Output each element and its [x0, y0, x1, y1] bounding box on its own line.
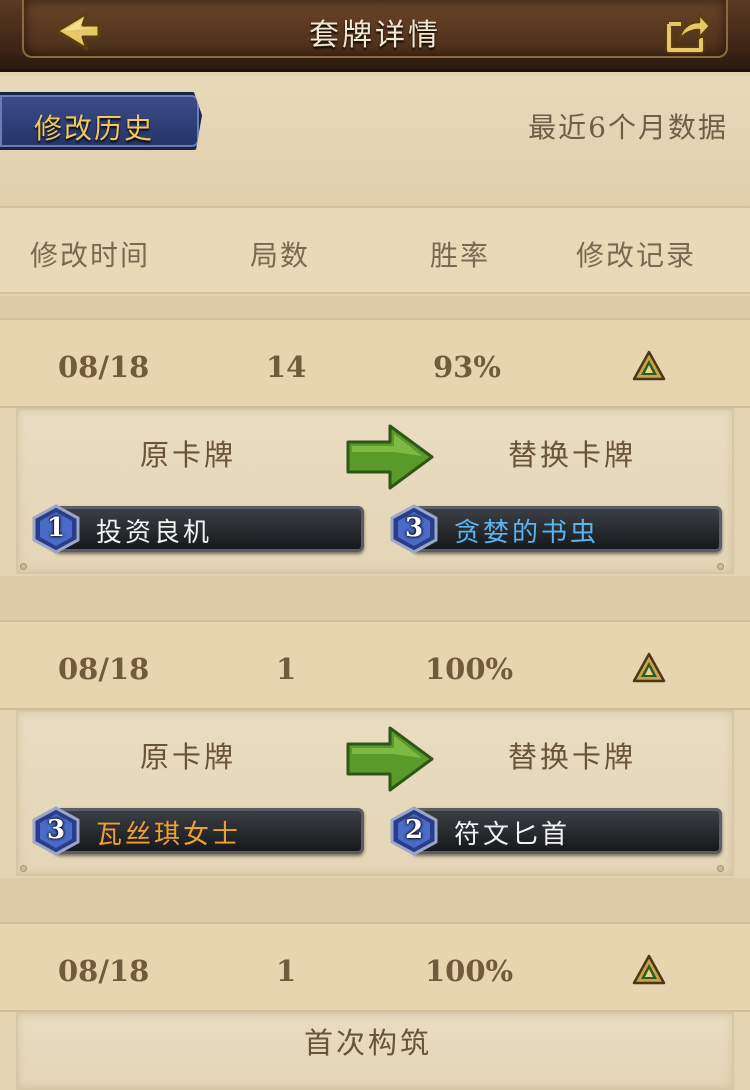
row-winrate: 93% — [433, 350, 501, 384]
tab-edit-history-label: 修改历史 — [34, 112, 155, 145]
table-row[interactable]: 08/18 1 100% — [0, 620, 750, 710]
row-date: 08/18 — [58, 350, 150, 384]
card-cost: 2 — [404, 815, 424, 845]
data-range-label: 最近6个月数据 — [528, 111, 728, 144]
original-card[interactable]: 3 瓦丝琪女士 — [30, 806, 364, 856]
card-name: 贪婪的书虫 — [454, 518, 600, 548]
replace-arrow-icon — [346, 424, 434, 490]
tab-edit-history[interactable]: 修改历史 — [0, 92, 202, 150]
column-winrate: 胜率 — [430, 239, 491, 272]
replacement-card-label: 替换卡牌 — [508, 438, 637, 472]
column-edit-record: 修改记录 — [576, 239, 697, 272]
replacement-card[interactable]: 2 符文匕首 — [388, 806, 722, 856]
share-icon — [665, 12, 712, 54]
card-name: 投资良机 — [96, 518, 213, 548]
row-games: 14 — [266, 350, 307, 384]
replacement-card[interactable]: 3 贪婪的书虫 — [388, 504, 722, 554]
card-cost: 1 — [46, 513, 66, 543]
card-cost: 3 — [46, 815, 66, 845]
filter-row: 修改历史 最近6个月数据 — [0, 76, 750, 206]
top-bar: 套牌详情 — [0, 0, 750, 72]
table-row[interactable]: 08/18 1 100% — [0, 922, 750, 1012]
row-date: 08/18 — [58, 652, 150, 686]
column-edit-time: 修改时间 — [30, 239, 151, 272]
collapse-toggle-icon[interactable] — [632, 350, 666, 382]
replace-arrow-icon — [346, 726, 434, 792]
original-card-label: 原卡牌 — [140, 438, 237, 472]
row-games: 1 — [276, 954, 297, 988]
original-card-label: 原卡牌 — [140, 740, 237, 774]
collapse-toggle-icon[interactable] — [632, 954, 666, 986]
table-row[interactable]: 08/18 14 93% — [0, 318, 750, 408]
card-name: 瓦丝琪女士 — [96, 820, 242, 850]
collapse-toggle-icon[interactable] — [632, 652, 666, 684]
card-name: 符文匕首 — [454, 820, 571, 850]
change-detail: 首次构筑 — [16, 1012, 734, 1090]
original-card[interactable]: 1 投资良机 — [30, 504, 364, 554]
change-detail: 原卡牌 替换卡牌 1 投资良机 3 贪婪的书虫 — [16, 408, 734, 574]
first-build-note: 首次构筑 — [304, 1026, 433, 1060]
column-games: 局数 — [250, 239, 311, 272]
row-winrate: 100% — [425, 954, 514, 988]
change-detail: 原卡牌 替换卡牌 3 瓦丝琪女士 2 符文匕首 — [16, 710, 734, 876]
replacement-card-label: 替换卡牌 — [508, 740, 637, 774]
card-cost: 3 — [404, 513, 424, 543]
row-games: 1 — [276, 652, 297, 686]
page-title: 套牌详情 — [309, 18, 441, 53]
row-date: 08/18 — [58, 954, 150, 988]
table-header: 修改时间 局数 胜率 修改记录 — [0, 206, 750, 294]
share-button[interactable] — [660, 6, 716, 58]
row-winrate: 100% — [425, 652, 514, 686]
